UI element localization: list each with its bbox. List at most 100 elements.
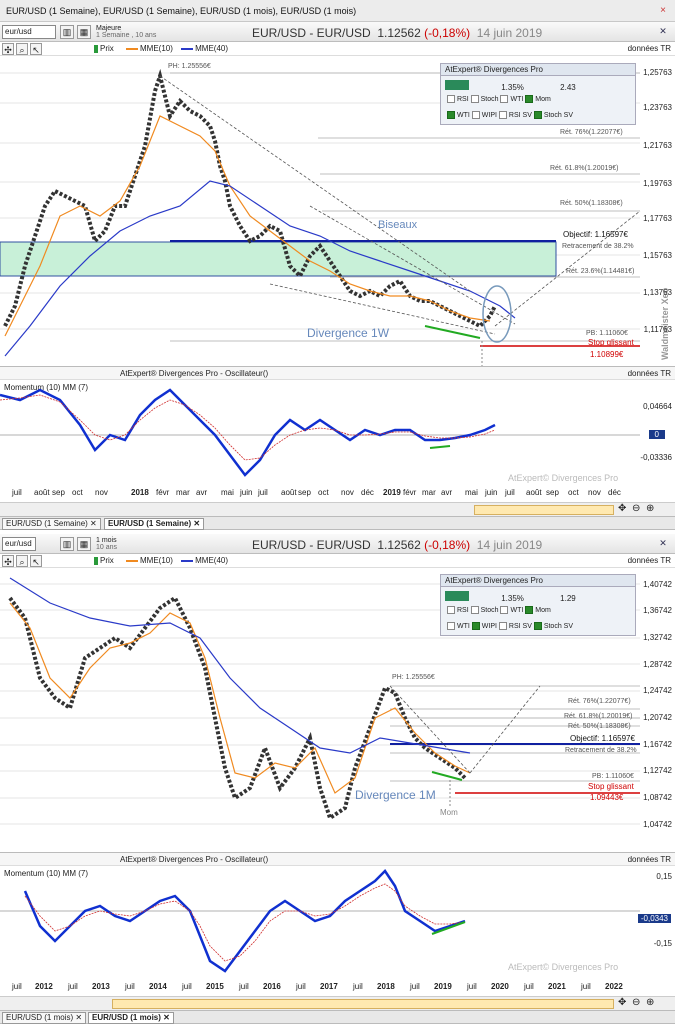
wipi-check[interactable]: [471, 111, 480, 119]
ytick: 1,12742: [643, 766, 672, 775]
book-icon[interactable]: ▥: [60, 537, 74, 551]
pb-label: PB: 1.11060€: [586, 330, 628, 337]
top-xaxis: juil août sep oct nov 2018 févr mar avr …: [0, 488, 640, 500]
xtick: déc: [361, 488, 374, 497]
tab-month-1[interactable]: EUR/USD (1 mois) ✕: [2, 1012, 87, 1024]
xtick: août: [281, 488, 297, 497]
cursor-icon[interactable]: ↖: [30, 43, 42, 55]
zoom-out-icon[interactable]: ⊖: [632, 503, 640, 514]
top-oscillator[interactable]: [0, 380, 640, 485]
calendar-icon[interactable]: ▦: [77, 25, 91, 39]
zoom-icon[interactable]: ⌕: [16, 555, 28, 567]
expert-panel-bottom[interactable]: AtExpert® Divergences Pro 1.35% 1.29 RSI…: [440, 574, 636, 636]
symbol-input-bottom[interactable]: eur/usd: [2, 537, 36, 551]
wti-check[interactable]: [500, 95, 509, 103]
top-osc-header: AtExpert® Divergences Pro - Oscillateur(…: [0, 366, 675, 380]
rsi-check[interactable]: [447, 95, 455, 103]
osc-current: -0,0343: [637, 914, 671, 923]
wti2-label: WTI: [457, 111, 470, 119]
osc-ytick-high: 0,04664: [643, 402, 672, 411]
rsi-label: RSI: [457, 95, 469, 103]
xtick: févr: [156, 488, 170, 497]
rsisv-label: RSI SV: [508, 111, 532, 119]
objectif-label: Objectif: 1.16597€: [563, 230, 628, 239]
top-legend: Prix MME(10) MME(40): [92, 44, 228, 53]
rsisv-check[interactable]: [498, 622, 507, 630]
xtick: juil: [68, 982, 78, 991]
wti-sv-check[interactable]: [447, 622, 455, 630]
xtick: mai: [465, 488, 478, 497]
xtick: 2018: [131, 488, 149, 497]
period-selector-bottom[interactable]: 1 mois 10 ans: [96, 537, 166, 551]
xtick: 2017: [320, 982, 338, 991]
stoch-check[interactable]: [470, 606, 479, 614]
rsi-check[interactable]: [447, 606, 455, 614]
expert-panel-top[interactable]: AtExpert® Divergences Pro 1.35% 2.43 RSI…: [440, 63, 636, 125]
tools-icon[interactable]: ✕: [656, 537, 670, 551]
wti-check[interactable]: [500, 606, 509, 614]
scroll-thumb[interactable]: [474, 505, 614, 515]
close-icon[interactable]: ×: [657, 5, 669, 17]
scroll-thumb[interactable]: [112, 999, 614, 1009]
mom-label: Mom: [535, 95, 551, 103]
pan-icon[interactable]: ✥: [618, 997, 626, 1008]
xtick: avr: [441, 488, 453, 497]
pan-icon[interactable]: ✥: [618, 503, 626, 514]
top-legend-bar: ✣ ⌕ ↖ Prix MME(10) MME(40) données TR: [0, 42, 675, 56]
xtick: juil: [353, 982, 363, 991]
bottom-scrollbar[interactable]: ✥ ⊖ ⊕: [0, 996, 675, 1010]
book-icon[interactable]: ▥: [60, 25, 74, 39]
stochsv-check[interactable]: [533, 622, 542, 630]
top-scrollbar[interactable]: ✥ ⊖ ⊕: [0, 502, 675, 516]
panel-signal-icon[interactable]: [445, 591, 469, 601]
xtick: sep: [298, 488, 311, 497]
panel-pct: 1.35%: [501, 83, 524, 92]
rsisv-label: RSI SV: [508, 622, 532, 630]
ytick: 1,08742: [643, 793, 672, 802]
wti-sv-check[interactable]: [447, 111, 455, 119]
ytick: 1,20742: [643, 713, 672, 722]
bottom-oscillator[interactable]: [0, 866, 640, 976]
ret618-label: Rét. 61.8%(1.20019€): [564, 713, 633, 720]
data-source: données TR: [627, 44, 671, 53]
stoch-check[interactable]: [470, 95, 479, 103]
xtick: juil: [258, 488, 268, 497]
legend-mme40: MME(40): [195, 556, 229, 565]
pb-label: PB: 1.11060€: [592, 773, 634, 780]
cursor-icon[interactable]: ↖: [30, 555, 42, 567]
tab-week-1[interactable]: EUR/USD (1 Semaine) ✕: [2, 518, 101, 530]
zoom-icon[interactable]: ⌕: [16, 43, 28, 55]
zoom-out-icon[interactable]: ⊖: [632, 997, 640, 1008]
tools-icon[interactable]: ✕: [656, 25, 670, 39]
panel-signal-icon[interactable]: [445, 80, 469, 90]
ret76-label: Rét. 76%(1.22077€): [568, 698, 631, 705]
wipi-label: WIPI: [481, 622, 497, 630]
panel-title: AtExpert® Divergences Pro: [441, 575, 635, 587]
wipi-check[interactable]: [471, 622, 480, 630]
ytick: 1,23763: [643, 103, 672, 112]
tab-week-2[interactable]: EUR/USD (1 Semaine) ✕: [104, 518, 205, 530]
rsisv-check[interactable]: [498, 111, 507, 119]
period-selector[interactable]: Majeure 1 Semaine , 10 ans: [96, 25, 156, 39]
xtick: juil: [182, 982, 192, 991]
mom-check[interactable]: [525, 95, 534, 103]
mom-check[interactable]: [525, 606, 534, 614]
pair-title: EUR/USD - EUR/USD: [252, 538, 371, 552]
stochsv-check[interactable]: [533, 111, 542, 119]
xtick: 2018: [377, 982, 395, 991]
xtick: juil: [505, 488, 515, 497]
ytick: 1,24742: [643, 686, 672, 695]
zoom-in-icon[interactable]: ⊕: [646, 997, 654, 1008]
price-change: (-0,18%): [424, 538, 471, 552]
retracement-label: Retracement de 38.2%: [562, 243, 634, 250]
tab-month-2[interactable]: EUR/USD (1 mois) ✕: [88, 1012, 174, 1024]
bottom-chart-title: EUR/USD - EUR/USD 1.12562 (-0,18%) 14 ju…: [252, 538, 542, 552]
symbol-input[interactable]: eur/usd: [2, 25, 56, 39]
legend-price: Prix: [100, 556, 114, 565]
zoom-in-icon[interactable]: ⊕: [646, 503, 654, 514]
panel-row3: WTI WIPI RSI SV Stoch SV: [447, 622, 573, 630]
crosshair-icon[interactable]: ✣: [2, 555, 14, 567]
calendar-icon[interactable]: ▦: [77, 537, 91, 551]
tab-label: EUR/USD (1 mois): [92, 1013, 161, 1022]
crosshair-icon[interactable]: ✣: [2, 43, 14, 55]
